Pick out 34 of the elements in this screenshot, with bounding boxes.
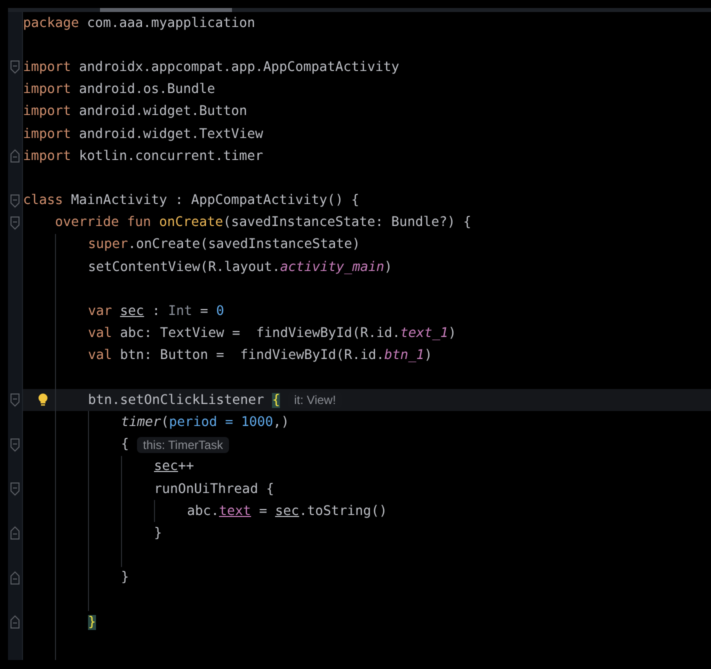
code-line: import androidx.appcompat.app.AppCompatActivity <box>23 60 400 75</box>
code-line: sec++ <box>154 459 194 474</box>
code-line: class MainActivity : AppCompatActivity() { <box>23 193 360 208</box>
code-line: val abc: TextView = findViewById(R.id.text_1) <box>88 326 456 342</box>
code-line: super.onCreate(savedInstanceState) <box>88 237 360 252</box>
lightbulb-icon[interactable] <box>37 393 49 408</box>
fold-icon[interactable] <box>10 570 20 585</box>
code-line: } <box>121 570 130 586</box>
fold-icon[interactable] <box>10 615 20 630</box>
fold-icon[interactable] <box>10 393 20 408</box>
fold-icon[interactable] <box>10 60 20 74</box>
code-line: setContentView(R.layout.activity_main) <box>88 260 392 275</box>
code-line: package com.aaa.myapplication <box>23 16 256 31</box>
code-line: { <box>121 437 130 452</box>
fold-icon[interactable] <box>10 149 20 164</box>
fold-icon[interactable] <box>10 194 20 208</box>
fold-icon[interactable] <box>10 526 20 540</box>
code-line: override fun onCreate(savedInstanceState: Bundle?) { <box>55 215 472 230</box>
code-line: var sec : Int = 0 <box>88 304 224 320</box>
code-line: import android.os.Bundle <box>23 82 216 98</box>
code-line: } <box>154 526 162 541</box>
code-line: import kotlin.concurrent.timer <box>23 148 264 164</box>
code-line: import android.widget.TextView <box>23 126 264 142</box>
code-line: btn.setOnClickListener { <box>88 392 280 408</box>
scroll-thumb[interactable] <box>100 8 232 12</box>
fold-icon[interactable] <box>10 216 20 230</box>
code-line: timer(period = 1000,) <box>121 414 290 430</box>
code-line: val btn: Button = findViewById(R.id.btn_1) <box>88 348 432 364</box>
code-line: runOnUiThread { <box>154 482 274 497</box>
code-line: abc.text = sec.toString() <box>187 504 388 519</box>
inlay-hint: this: TimerTask <box>137 436 230 453</box>
code-line: import android.widget.Button <box>23 104 248 120</box>
fold-icon[interactable] <box>10 438 20 452</box>
fold-icon[interactable] <box>10 482 20 496</box>
